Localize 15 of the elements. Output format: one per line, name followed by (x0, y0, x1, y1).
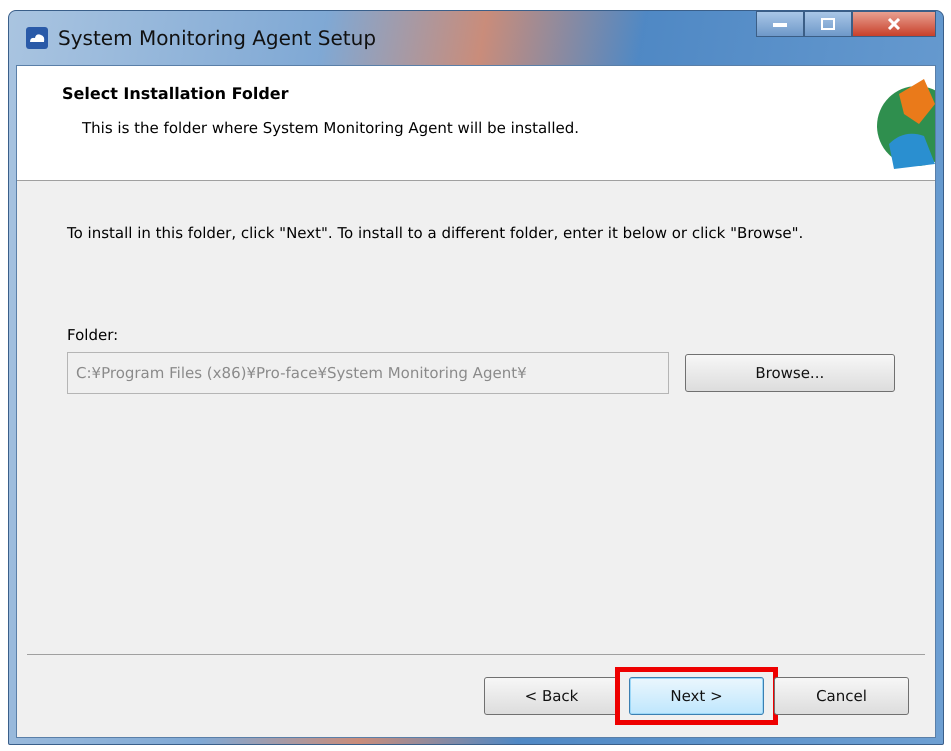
maximize-button[interactable] (804, 11, 852, 37)
wizard-button[interactable]: Next > (629, 677, 764, 715)
window-title: System Monitoring Agent Setup (58, 26, 376, 50)
minimize-icon (773, 21, 787, 27)
folder-label: Folder: (67, 326, 120, 344)
instruction-text: To install in this folder, click "Next". To install to a different folder, enter it below or click "Browse". (67, 223, 804, 244)
close-button[interactable] (852, 11, 936, 37)
maximize-icon (821, 18, 835, 30)
wizard-button[interactable]: Cancel (774, 677, 909, 715)
cloud-icon (26, 27, 48, 49)
step-description: This is the folder where System Monitoring Agent will be installed. (81, 119, 580, 137)
step-title: Select Installation Folder (62, 84, 290, 103)
minimize-button[interactable] (756, 11, 804, 37)
close-icon (887, 18, 901, 30)
browse-button[interactable]: Browse... (684, 354, 895, 392)
